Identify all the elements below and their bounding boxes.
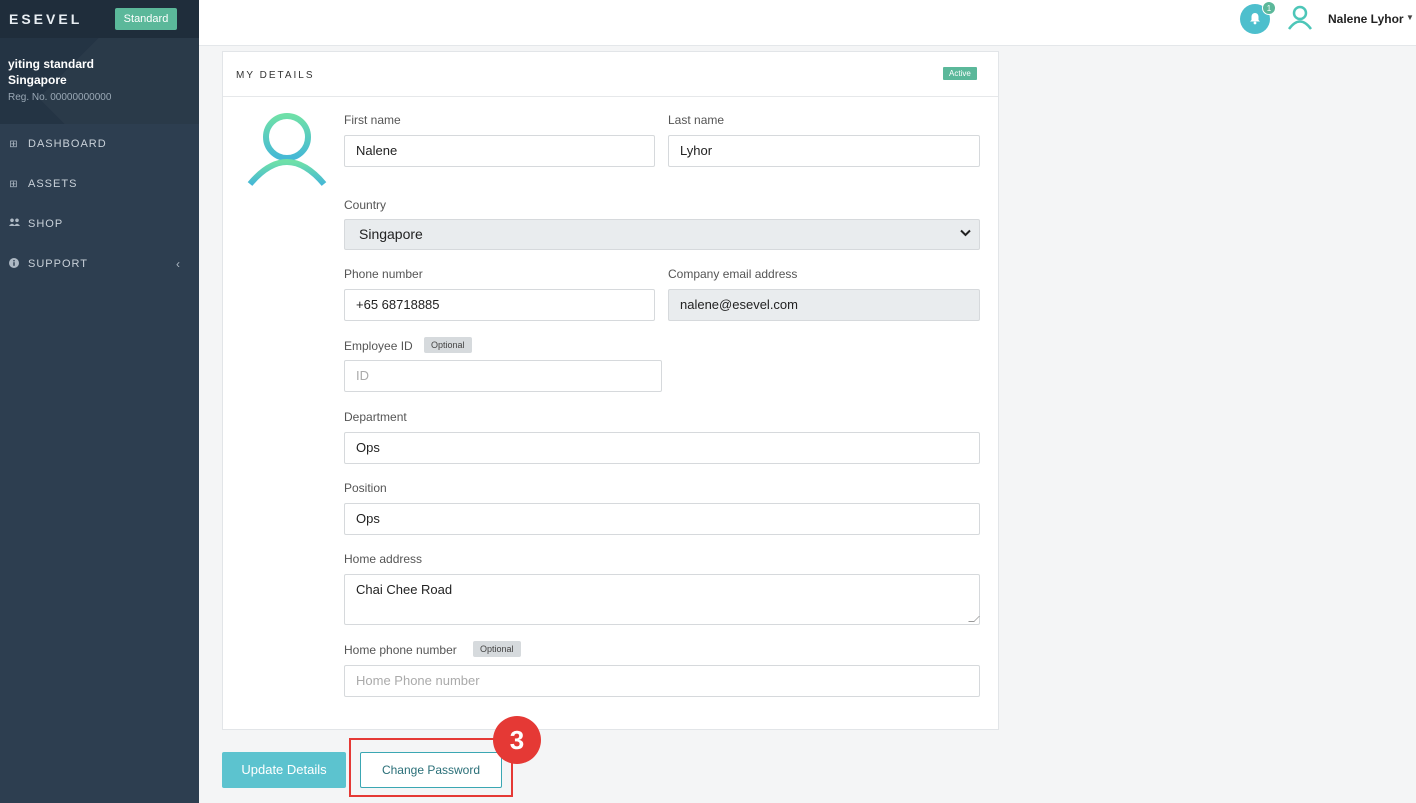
grid-icon: ⊞: [9, 178, 19, 190]
employee-id-label: Employee ID: [344, 339, 413, 353]
department-label: Department: [344, 410, 407, 424]
first-name-input[interactable]: Nalene: [344, 135, 655, 167]
home-phone-input[interactable]: Home Phone number: [344, 665, 980, 697]
position-input[interactable]: Ops: [344, 503, 980, 535]
phone-label: Phone number: [344, 267, 423, 281]
company-email-field: nalene@esevel.com: [668, 289, 980, 321]
country-select-value: Singapore: [359, 226, 423, 242]
my-details-card: MY DETAILS Active First name Nalene Last…: [222, 51, 999, 730]
step-number-marker: 3: [493, 716, 541, 764]
sidebar-item-support[interactable]: SUPPORT ‹: [0, 244, 199, 284]
sidebar-item-dashboard[interactable]: ⊞ DASHBOARD: [0, 124, 199, 164]
user-avatar-icon[interactable]: [1287, 4, 1313, 30]
card-title: MY DETAILS: [236, 70, 315, 81]
last-name-input[interactable]: Lyhor: [668, 135, 980, 167]
country-select[interactable]: Singapore: [344, 219, 980, 250]
sidebar-item-label: ASSETS: [28, 178, 78, 190]
notification-count-badge: 1: [1262, 1, 1276, 15]
user-menu-name[interactable]: Nalene Lyhor: [1328, 12, 1404, 26]
organization-info: yiting standard Singapore Reg. No. 00000…: [0, 38, 199, 124]
employee-id-input[interactable]: ID: [344, 360, 662, 392]
home-address-textarea[interactable]: Chai Chee Road: [344, 574, 980, 625]
home-address-value: Chai Chee Road: [356, 582, 453, 597]
grid-icon: ⊞: [9, 138, 19, 150]
info-icon: [8, 257, 20, 271]
brand-bar: ESEVEL Standard: [0, 0, 199, 38]
department-input[interactable]: Ops: [344, 432, 980, 464]
resize-handle-icon[interactable]: [968, 616, 980, 622]
last-name-label: Last name: [668, 113, 725, 127]
optional-badge: Optional: [424, 337, 472, 353]
organization-name-line1: yiting standard: [8, 57, 95, 71]
sidebar-item-shop[interactable]: SHOP: [0, 204, 199, 244]
sidebar-item-label: DASHBOARD: [28, 138, 107, 150]
organization-name: yiting standard Singapore: [8, 56, 94, 88]
chevron-left-icon: ‹: [176, 257, 181, 271]
country-label: Country: [344, 198, 387, 212]
organization-name-line2: Singapore: [8, 73, 67, 87]
position-label: Position: [344, 481, 387, 495]
top-bar: 1 Nalene Lyhor ▼: [199, 0, 1416, 46]
optional-badge: Optional: [473, 641, 521, 657]
phone-input[interactable]: +65 68718885: [344, 289, 655, 321]
home-address-label: Home address: [344, 552, 423, 566]
card-header: MY DETAILS Active: [223, 52, 998, 97]
caret-down-icon[interactable]: ▼: [1406, 13, 1414, 22]
sidebar-item-label: SUPPORT: [28, 258, 88, 270]
sidebar-nav: ⊞ DASHBOARD ⊞ ASSETS SHOP SUPPORT ‹: [0, 124, 199, 284]
company-email-label: Company email address: [668, 267, 798, 281]
sidebar-item-assets[interactable]: ⊞ ASSETS: [0, 164, 199, 204]
brand-logo[interactable]: ESEVEL: [9, 11, 82, 27]
sidebar: ESEVEL Standard yiting standard Singapor…: [0, 0, 199, 803]
status-badge: Active: [943, 67, 977, 80]
chevron-down-icon: [960, 220, 971, 249]
home-phone-label: Home phone number: [344, 643, 457, 657]
users-icon: [8, 218, 20, 230]
first-name-label: First name: [344, 113, 401, 127]
organization-reg-number: Reg. No. 00000000000: [8, 92, 112, 103]
plan-badge: Standard: [115, 8, 177, 30]
highlight-box: [349, 738, 513, 797]
profile-avatar-icon: [247, 113, 327, 186]
sidebar-item-label: SHOP: [28, 218, 64, 230]
update-details-button[interactable]: Update Details: [222, 752, 346, 788]
